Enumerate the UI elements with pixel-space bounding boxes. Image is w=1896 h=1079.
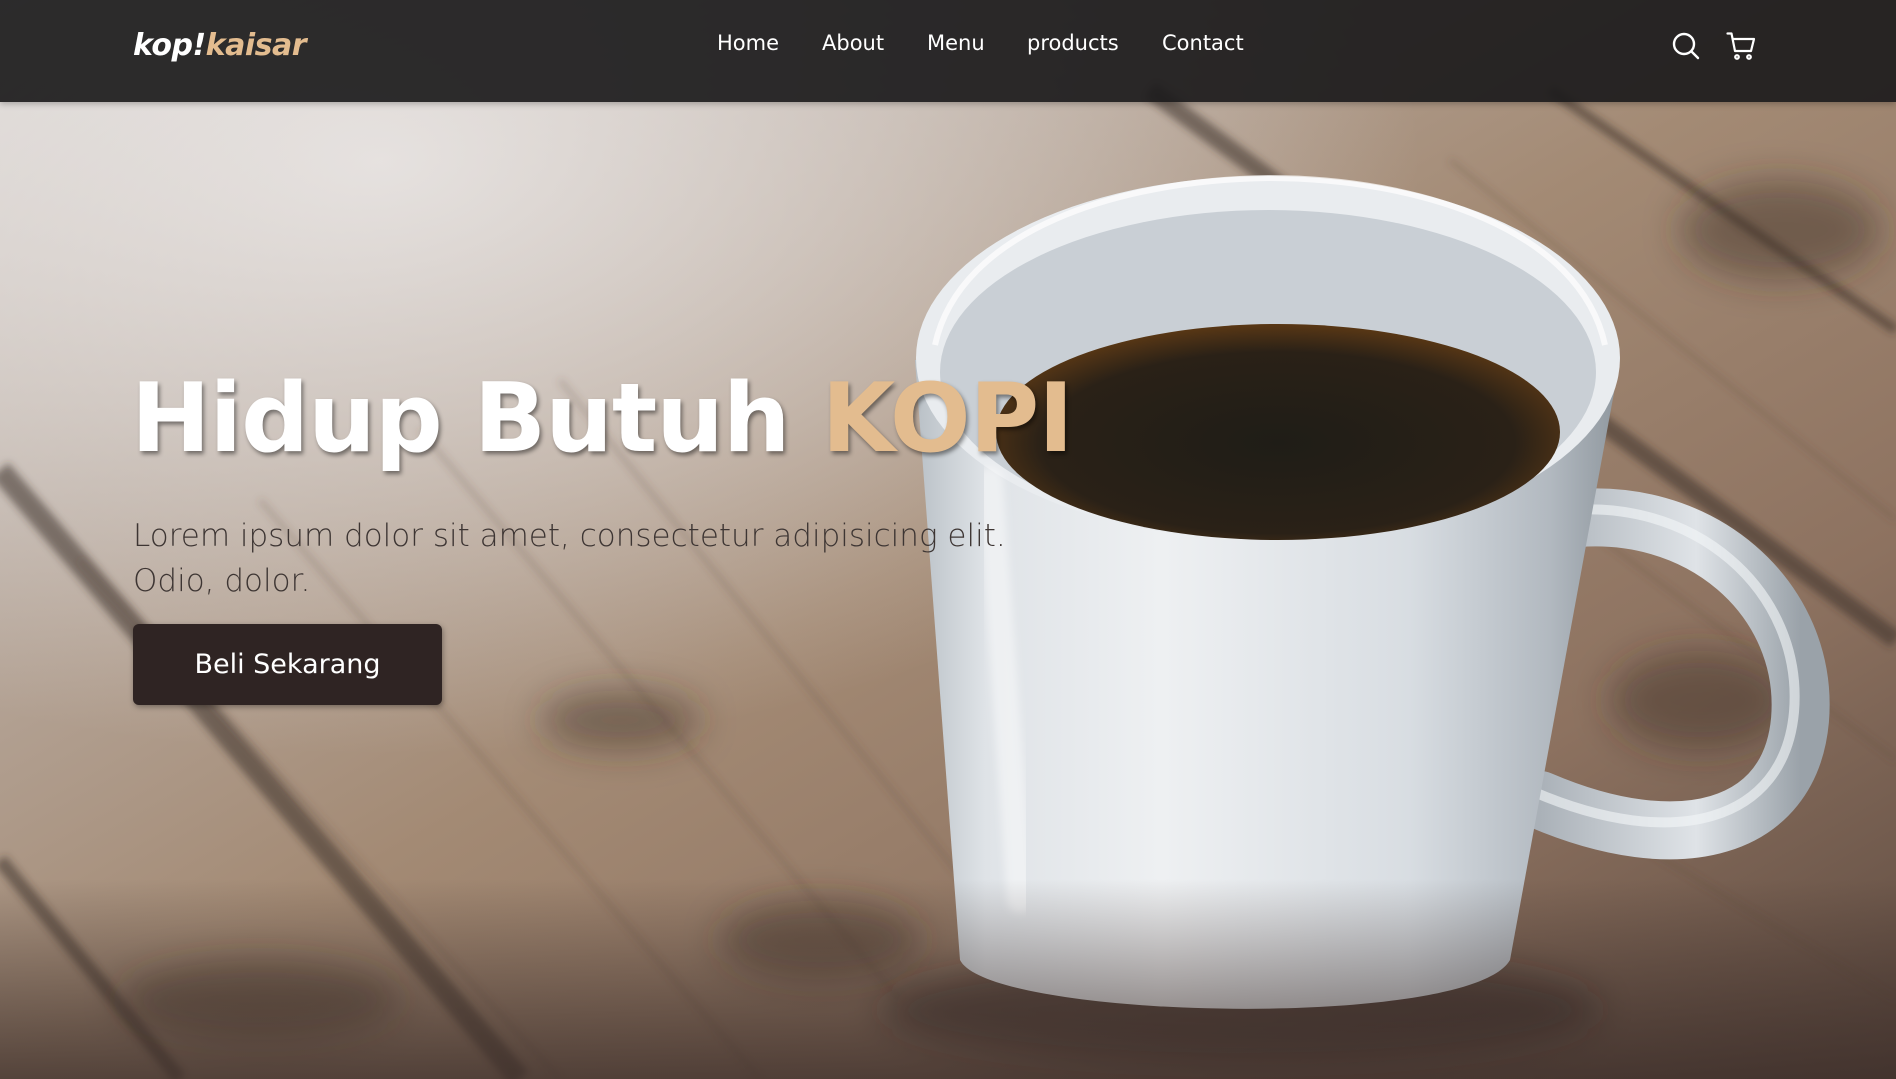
hero-title: Hidup Butuh KOPI xyxy=(131,372,1074,467)
nav-link-menu[interactable]: Menu xyxy=(927,31,985,55)
hero-title-accent: KOPI xyxy=(821,364,1074,474)
search-icon[interactable] xyxy=(1671,31,1701,61)
hero-description: Lorem ipsum dolor sit amet, consectetur … xyxy=(133,518,1006,599)
shopping-cart-icon[interactable] xyxy=(1726,31,1756,61)
nav-link-home[interactable]: Home xyxy=(717,31,779,55)
buy-now-button[interactable]: Beli Sekarang xyxy=(133,624,442,705)
nav-link-products[interactable]: products xyxy=(1027,31,1119,55)
landing-page: kop!kaisar Home About Menu products Cont… xyxy=(0,0,1896,1079)
bottom-shade xyxy=(0,879,1896,1079)
nav-link-about[interactable]: About xyxy=(822,31,884,55)
navbar: kop!kaisar Home About Menu products Cont… xyxy=(0,0,1896,102)
hero-title-main: Hidup Butuh xyxy=(131,364,790,474)
nav-link-contact[interactable]: Contact xyxy=(1162,31,1244,55)
nav-links: Home About Menu products Contact xyxy=(0,0,1896,102)
